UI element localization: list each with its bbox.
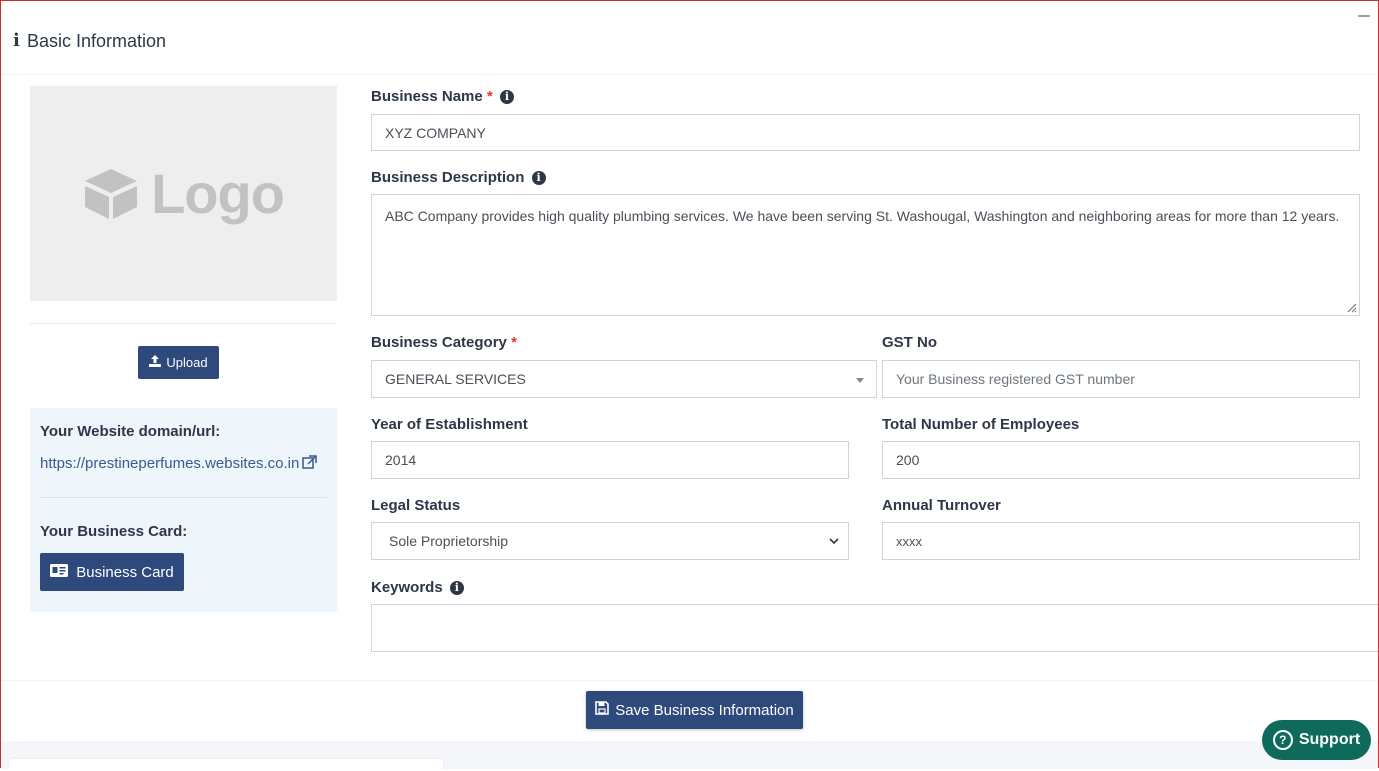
selected-value: Sole Proprietorship xyxy=(389,533,509,549)
business-category-select[interactable]: GENERAL SERVICES xyxy=(371,360,877,398)
page-title: Basic Information xyxy=(27,31,167,51)
legal-status-label: Legal Status xyxy=(371,497,461,514)
save-business-information-button[interactable]: Save Business Information xyxy=(586,691,803,729)
card-header: i Basic Information xyxy=(1,1,1378,75)
divider xyxy=(30,323,337,324)
gst-no-input[interactable]: Your Business registered GST number xyxy=(882,360,1360,398)
save-label: Save Business Information xyxy=(615,701,794,719)
business-card-button[interactable]: Business Card xyxy=(40,553,184,591)
collapse-icon[interactable] xyxy=(1358,15,1370,17)
save-icon xyxy=(595,701,610,719)
selected-value: GENERAL SERVICES xyxy=(385,371,526,387)
label-text: Keywords xyxy=(371,579,443,596)
label-text: Business Name xyxy=(371,88,483,105)
website-url: https://prestineperfumes.websites.co.in xyxy=(40,455,300,472)
year-of-establishment-label: Year of Establishment xyxy=(371,416,528,433)
external-link-icon xyxy=(302,455,318,473)
upload-button[interactable]: Upload xyxy=(138,346,219,379)
business-card-label: Your Business Card: xyxy=(40,523,188,540)
annual-turnover-label: Annual Turnover xyxy=(882,497,1001,514)
keywords-input[interactable] xyxy=(371,604,1378,652)
id-card-icon xyxy=(50,563,69,581)
business-card-button-label: Business Card xyxy=(76,563,174,581)
business-name-input[interactable]: XYZ COMPANY xyxy=(371,114,1360,151)
info-icon[interactable]: i xyxy=(499,90,514,104)
info-icon: i xyxy=(13,30,20,51)
divider xyxy=(40,497,327,498)
website-label: Your Website domain/url: xyxy=(40,423,221,440)
annual-turnover-input[interactable]: xxxx xyxy=(882,522,1360,560)
business-description-label: Business Description i xyxy=(371,169,546,186)
year-of-establishment-input[interactable]: 2014 xyxy=(371,441,849,479)
info-icon[interactable]: i xyxy=(449,581,464,595)
caret-down-icon xyxy=(856,378,864,383)
question-icon: ? xyxy=(1272,730,1293,750)
upload-label: Upload xyxy=(166,355,208,370)
logo-text: Logo xyxy=(151,162,285,225)
logo-placeholder: Logo xyxy=(30,86,337,301)
website-panel: Your Website domain/url: https://prestin… xyxy=(30,408,337,612)
support-label: Support xyxy=(1298,731,1361,748)
support-button[interactable]: ? Support xyxy=(1262,720,1371,760)
divider xyxy=(1,680,1378,681)
business-description-textarea[interactable]: ABC Company provides high quality plumbi… xyxy=(371,194,1360,316)
website-link[interactable]: https://prestineperfumes.websites.co.in xyxy=(40,455,318,473)
info-icon[interactable]: i xyxy=(531,171,546,185)
description-text: ABC Company provides high quality plumbi… xyxy=(385,208,1340,224)
resize-handle-icon[interactable] xyxy=(1345,301,1357,313)
business-category-label: Business Category * xyxy=(371,334,517,351)
business-name-label: Business Name * i xyxy=(371,88,514,105)
required-mark: * xyxy=(511,334,517,351)
gst-no-label: GST No xyxy=(882,334,937,351)
upload-icon xyxy=(149,355,162,370)
label-text: Business Description xyxy=(371,169,525,186)
legal-status-select[interactable]: Sole Proprietorship xyxy=(371,522,849,560)
total-employees-label: Total Number of Employees xyxy=(882,416,1080,433)
box-icon xyxy=(85,168,138,219)
total-employees-input[interactable]: 200 xyxy=(882,441,1360,479)
keywords-label: Keywords i xyxy=(371,579,464,596)
next-card-edge xyxy=(9,759,443,771)
label-text: Business Category xyxy=(371,334,507,351)
chevron-down-icon xyxy=(829,538,839,545)
required-mark: * xyxy=(486,88,493,105)
